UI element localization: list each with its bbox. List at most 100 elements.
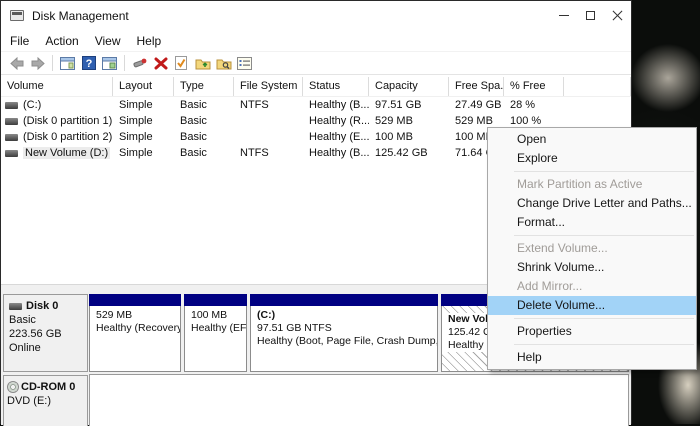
- column-header-file-system[interactable]: File System: [234, 77, 303, 96]
- help-button[interactable]: ?: [78, 53, 99, 73]
- partition-status: Healthy (Recovery Partition): [96, 322, 180, 335]
- properties-button[interactable]: [234, 53, 255, 73]
- disk0-state: Online: [9, 341, 85, 355]
- column-header-layout[interactable]: Layout: [113, 77, 174, 96]
- partition-recovery[interactable]: 529 MB Healthy (Recovery Partition): [89, 294, 181, 372]
- partition-size: 100 MB: [191, 309, 246, 322]
- menu-action[interactable]: Action: [37, 32, 86, 50]
- menu-item-change-drive-letter[interactable]: Change Drive Letter and Paths...: [488, 194, 696, 213]
- cell-capacity: 529 MB: [369, 115, 449, 127]
- partition-size: 97.51 GB NTFS: [257, 322, 437, 335]
- cd-icon: [7, 381, 19, 393]
- column-header-volume[interactable]: Volume: [1, 77, 113, 96]
- menu-item-help[interactable]: Help: [488, 348, 696, 367]
- disk0-kind: Basic: [9, 313, 85, 327]
- cdrom-media-area[interactable]: [89, 374, 629, 426]
- cell-layout: Simple: [113, 131, 174, 143]
- partition-color-bar: [89, 294, 181, 306]
- help-icon: ?: [82, 56, 96, 70]
- svg-text:?: ?: [85, 58, 92, 70]
- menu-separator: [514, 344, 694, 345]
- explore-folder-icon: [216, 57, 232, 70]
- volume-icon: [5, 134, 18, 141]
- properties-icon: [237, 57, 252, 70]
- cell-layout: Simple: [113, 99, 174, 111]
- menu-file[interactable]: File: [2, 32, 37, 50]
- forward-button[interactable]: [27, 53, 48, 73]
- menu-item-explore[interactable]: Explore: [488, 149, 696, 168]
- volume-context-menu: Open Explore Mark Partition as Active Ch…: [487, 127, 697, 370]
- toolbar-separator: [52, 55, 53, 71]
- tool-button[interactable]: [129, 53, 150, 73]
- menu-separator: [514, 235, 694, 236]
- volume-name: (Disk 0 partition 2): [23, 131, 112, 143]
- delete-volume-icon: [154, 57, 168, 70]
- cell-status: Healthy (B...: [303, 99, 369, 111]
- console-tree-button[interactable]: [99, 53, 120, 73]
- close-icon: [612, 10, 623, 21]
- menu-item-format[interactable]: Format...: [488, 213, 696, 232]
- cell-pct: 100 %: [504, 115, 564, 127]
- cell-capacity: 97.51 GB: [369, 99, 449, 111]
- menu-item-properties[interactable]: Properties: [488, 322, 696, 341]
- back-button[interactable]: [6, 53, 27, 73]
- open-folder-button[interactable]: [192, 53, 213, 73]
- menu-help[interactable]: Help: [129, 32, 170, 50]
- app-icon: [10, 10, 24, 21]
- cdrom-label[interactable]: CD-ROM 0 DVD (E:): [3, 375, 88, 426]
- disk0-label[interactable]: Disk 0 Basic 223.56 GB Online: [3, 294, 88, 372]
- tool-icon: [132, 57, 147, 70]
- cell-fs: NTFS: [234, 99, 303, 111]
- disk-icon: [9, 303, 22, 310]
- partition-color-bar: [250, 294, 438, 306]
- partition-efi[interactable]: 100 MB Healthy (EFI System Partition): [184, 294, 247, 372]
- menu-item-open[interactable]: Open: [488, 130, 696, 149]
- column-header-type[interactable]: Type: [174, 77, 234, 96]
- partition-title: (C:): [257, 309, 437, 322]
- column-header-free-space[interactable]: Free Spa...: [449, 77, 504, 96]
- menu-item-delete-volume[interactable]: Delete Volume...: [488, 296, 696, 315]
- maximize-icon: [586, 11, 595, 20]
- column-header-status[interactable]: Status: [303, 77, 369, 96]
- forward-icon: [30, 57, 46, 70]
- volume-name: (C:): [23, 99, 41, 111]
- console-window-icon: [60, 57, 75, 70]
- cell-layout: Simple: [113, 115, 174, 127]
- cell-type: Basic: [174, 99, 234, 111]
- close-button[interactable]: [604, 1, 631, 30]
- cell-fs: NTFS: [234, 147, 303, 159]
- delete-volume-button[interactable]: [150, 53, 171, 73]
- explore-folder-button[interactable]: [213, 53, 234, 73]
- menu-separator: [514, 171, 694, 172]
- titlebar[interactable]: Disk Management: [1, 1, 631, 30]
- console-window-button[interactable]: [57, 53, 78, 73]
- cdrom-media: DVD (E:): [7, 394, 85, 408]
- column-header-capacity[interactable]: Capacity: [369, 77, 449, 96]
- table-row-c[interactable]: (C:) Simple Basic NTFS Healthy (B... 97.…: [1, 97, 631, 113]
- minimize-icon: [559, 15, 569, 16]
- toolbar: ?: [1, 51, 631, 75]
- menu-bar: File Action View Help: [1, 30, 631, 51]
- partition-status: Healthy (Boot, Page File, Crash Dump, Pr…: [257, 335, 437, 348]
- task-check-icon: [175, 56, 188, 70]
- cell-capacity: 100 MB: [369, 131, 449, 143]
- console-tree-icon: [102, 57, 117, 70]
- maximize-button[interactable]: [577, 1, 604, 30]
- minimize-button[interactable]: [550, 1, 577, 30]
- cell-status: Healthy (E...: [303, 131, 369, 143]
- column-header-filler: [564, 77, 631, 96]
- column-header-pct-free[interactable]: % Free: [504, 77, 564, 96]
- cell-layout: Simple: [113, 147, 174, 159]
- toolbar-separator: [124, 55, 125, 71]
- disk0-name: Disk 0: [26, 299, 58, 313]
- cell-type: Basic: [174, 147, 234, 159]
- cell-free: 529 MB: [449, 115, 504, 127]
- volume-list-header: Volume Layout Type File System Status Ca…: [1, 77, 631, 97]
- open-folder-icon: [195, 57, 211, 70]
- volume-icon: [5, 150, 18, 157]
- menu-view[interactable]: View: [87, 32, 129, 50]
- partition-c[interactable]: (C:) 97.51 GB NTFS Healthy (Boot, Page F…: [250, 294, 438, 372]
- task-check-button[interactable]: [171, 53, 192, 73]
- cell-capacity: 125.42 GB: [369, 147, 449, 159]
- menu-item-shrink-volume[interactable]: Shrink Volume...: [488, 258, 696, 277]
